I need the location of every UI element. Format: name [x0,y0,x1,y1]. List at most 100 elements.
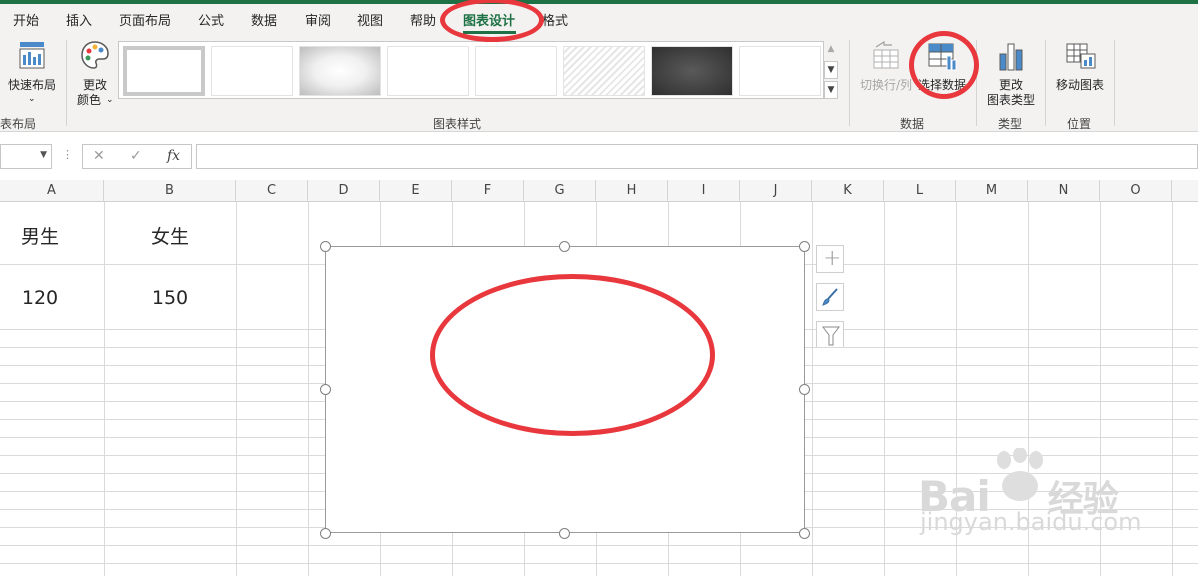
switch-row-column-label: 切换行/列 [860,78,913,92]
grid-line [0,545,1198,546]
gallery-scroll-down-icon[interactable]: ▼ [824,61,838,79]
column-header-o[interactable]: O [1100,180,1172,202]
plus-icon: + [823,246,842,271]
group-label-chart-layouts: 表布局 [0,117,37,131]
chevron-down-icon: ⌄ [106,95,114,105]
move-chart-button[interactable]: 移动图表 [1050,38,1110,108]
quick-layout-icon [19,42,45,69]
group-label-type: 类型 [998,117,1023,131]
resize-handle-top-left[interactable] [320,241,331,252]
gallery-scroll-up-icon[interactable]: ▲ [824,41,838,59]
tab-data[interactable]: 数据 [251,10,277,29]
column-header-j[interactable]: J [740,180,812,202]
ribbon: 快速布局 ⌄ 表布局 更改 颜色 ⌄ ▲ ▼ ▼ 图表样式 切换行/列 选择数据… [0,34,1198,132]
column-header-g[interactable]: G [524,180,596,202]
chart-styles-gallery [118,41,824,99]
chart-filters-button[interactable] [816,321,844,347]
change-chart-type-label-2: 图表类型 [987,93,1036,107]
palette-icon [81,41,109,69]
grid-line [884,202,885,576]
annotation-circle-chart-design-tab [440,0,544,42]
resize-handle-top-right[interactable] [799,241,810,252]
grid-line [236,202,237,576]
group-label-data: 数据 [900,117,925,131]
change-chart-type-button[interactable]: 更改 图表类型 [982,38,1040,108]
formula-bar: ▼ ⋮ ✕ ✓ fx [0,140,1198,174]
column-header-a[interactable]: A [0,180,104,202]
column-header-c[interactable]: C [236,180,308,202]
chart-style-7[interactable] [651,46,733,96]
fx-icon[interactable]: fx [167,148,180,164]
column-header-i[interactable]: I [668,180,740,202]
column-header-k[interactable]: K [812,180,884,202]
tab-format[interactable]: 格式 [542,10,568,29]
annotation-circle-select-data [909,31,979,99]
chart-style-3[interactable] [299,46,381,96]
column-header-b[interactable]: B [104,180,236,202]
chart-style-8[interactable] [739,46,821,96]
name-box[interactable]: ▼ [0,144,52,169]
chart-style-4[interactable] [387,46,469,96]
chart-elements-button[interactable]: + [816,245,844,273]
tab-insert[interactable]: 插入 [66,10,92,29]
tab-formulas[interactable]: 公式 [198,10,224,29]
column-header-n[interactable]: N [1028,180,1100,202]
tab-page-layout[interactable]: 页面布局 [119,10,171,29]
resize-handle-bottom-left[interactable] [320,528,331,539]
column-header-d[interactable]: D [308,180,380,202]
cell-a2[interactable]: 120 [0,287,80,309]
grid-line [104,202,105,576]
cell-b1[interactable]: 女生 [104,222,236,249]
tab-view[interactable]: 视图 [357,10,383,29]
separator [849,40,850,126]
grid-line [1172,202,1173,576]
resize-handle-bottom-right[interactable] [799,528,810,539]
switch-row-column-icon [873,40,899,69]
chart-style-1[interactable] [123,46,205,96]
chart-styles-button[interactable] [816,283,844,311]
chart-style-5[interactable] [475,46,557,96]
gallery-more-icon[interactable]: ▼ [824,81,838,99]
tab-review[interactable]: 审阅 [305,10,331,29]
cell-a1[interactable]: 男生 [0,222,80,249]
chevron-down-icon[interactable]: ▼ [40,150,47,160]
resize-handle-bottom[interactable] [559,528,570,539]
ribbon-tabs: 开始 插入 页面布局 公式 数据 审阅 视图 帮助 图表设计 格式 [0,4,1198,34]
check-icon[interactable]: ✓ [130,148,142,164]
quick-layout-label: 快速布局 [8,78,57,92]
filter-icon [822,326,840,346]
group-label-chart-styles: 图表样式 [433,117,482,131]
switch-row-column-button[interactable]: 切换行/列 [856,38,912,108]
column-header-m[interactable]: M [956,180,1028,202]
cell-b2[interactable]: 150 [104,287,236,309]
separator [1045,40,1046,126]
formula-buttons: ✕ ✓ fx [82,144,192,169]
formula-input[interactable] [196,144,1198,169]
grid-line [0,563,1198,564]
quick-layout-button[interactable]: 快速布局 ⌄ [0,38,62,108]
chart-style-2[interactable] [211,46,293,96]
group-label-location: 位置 [1067,117,1092,131]
tab-home[interactable]: 开始 [13,10,39,29]
resize-handle-left[interactable] [320,384,331,395]
chevron-down-icon: ⌄ [28,94,36,104]
cancel-icon[interactable]: ✕ [93,148,105,164]
column-header-l[interactable]: L [884,180,956,202]
chart-style-6[interactable] [563,46,645,96]
resize-handle-right[interactable] [799,384,810,395]
resize-handle-icon[interactable]: ⋮ [62,148,73,161]
column-header-f[interactable]: F [452,180,524,202]
change-chart-type-icon [999,43,1023,71]
tab-help[interactable]: 帮助 [410,10,436,29]
change-colors-label-1: 更改 [83,78,108,92]
change-chart-type-label-1: 更改 [999,78,1024,92]
move-chart-label: 移动图表 [1056,78,1105,92]
grid-line [308,202,309,576]
resize-handle-top[interactable] [559,241,570,252]
grid-line [812,202,813,576]
column-header-h[interactable]: H [596,180,668,202]
column-header-e[interactable]: E [380,180,452,202]
separator [1114,40,1115,126]
annotation-circle-chart-area [430,274,715,436]
change-colors-button[interactable]: 更改 颜色 ⌄ [72,38,116,108]
